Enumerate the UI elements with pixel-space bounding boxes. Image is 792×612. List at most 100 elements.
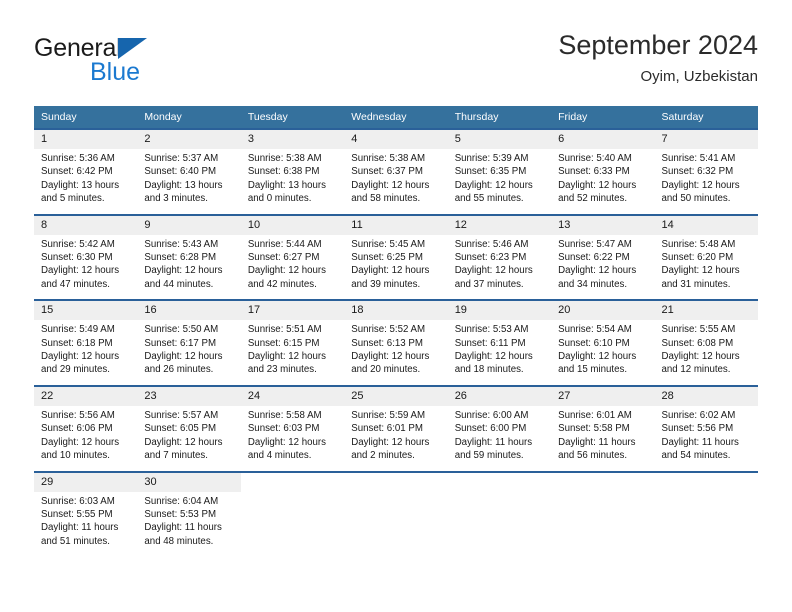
day-details	[344, 492, 447, 548]
day-cell-empty	[240, 470, 345, 557]
day-cell[interactable]: 30 Sunrise: 6:04 AM Sunset: 5:53 PM Dayl…	[137, 470, 241, 557]
general-blue-logo[interactable]: General Blue	[34, 34, 244, 92]
day-number: 10	[240, 215, 345, 235]
daylight-text-line2: and 47 minutes.	[41, 278, 110, 290]
sunset-text: Sunset: 6:40 PM	[144, 166, 217, 178]
day-cell[interactable]: 23 Sunrise: 5:57 AM Sunset: 6:05 PM Dayl…	[137, 384, 241, 472]
daylight-text-line1: Daylight: 12 hours	[454, 265, 533, 277]
day-number: 27	[551, 386, 655, 406]
day-cell[interactable]: 21 Sunrise: 5:55 AM Sunset: 6:08 PM Dayl…	[654, 299, 758, 386]
day-cell[interactable]: 27 Sunrise: 6:01 AM Sunset: 5:58 PM Dayl…	[551, 384, 655, 472]
day-cell[interactable]: 4 Sunrise: 5:38 AM Sunset: 6:37 PM Dayli…	[344, 128, 448, 215]
sunrise-text: Sunrise: 5:36 AM	[41, 153, 115, 164]
day-details: Sunrise: 5:50 AM Sunset: 6:17 PM Dayligh…	[137, 320, 240, 385]
day-cell[interactable]: 10 Sunrise: 5:44 AM Sunset: 6:27 PM Dayl…	[240, 213, 345, 301]
day-cell[interactable]: 1 Sunrise: 5:36 AM Sunset: 6:42 PM Dayli…	[34, 128, 138, 215]
sunrise-text: Sunrise: 5:56 AM	[41, 409, 115, 421]
daylight-text-line1: Daylight: 12 hours	[351, 179, 430, 191]
calendar-week-row: 22 Sunrise: 5:56 AM Sunset: 6:06 PM Dayl…	[34, 384, 758, 472]
day-details: Sunrise: 5:43 AM Sunset: 6:28 PM Dayligh…	[137, 235, 240, 300]
sunrise-text: Sunrise: 5:42 AM	[41, 238, 115, 250]
day-details: Sunrise: 6:02 AM Sunset: 5:56 PM Dayligh…	[655, 406, 758, 471]
day-number: 4	[344, 130, 448, 149]
sunrise-text: Sunrise: 5:40 AM	[558, 153, 632, 164]
day-cell[interactable]: 12 Sunrise: 5:46 AM Sunset: 6:23 PM Dayl…	[447, 213, 552, 301]
day-details: Sunrise: 6:03 AM Sunset: 5:55 PM Dayligh…	[34, 492, 137, 557]
daylight-text-line2: and 39 minutes.	[351, 278, 421, 290]
day-cell[interactable]: 11 Sunrise: 5:45 AM Sunset: 6:25 PM Dayl…	[344, 213, 448, 301]
sunset-text: Sunset: 6:13 PM	[351, 337, 423, 349]
sunset-text: Sunset: 6:01 PM	[351, 423, 423, 435]
day-cell[interactable]: 20 Sunrise: 5:54 AM Sunset: 6:10 PM Dayl…	[551, 299, 655, 386]
day-cell[interactable]: 22 Sunrise: 5:56 AM Sunset: 6:06 PM Dayl…	[34, 384, 138, 472]
daylight-text-line1: Daylight: 11 hours	[454, 436, 533, 448]
sunset-text: Sunset: 6:22 PM	[558, 252, 630, 264]
calendar-page: General Blue September 2024 Oyim, Uzbeki…	[0, 0, 792, 612]
day-cell[interactable]: 16 Sunrise: 5:50 AM Sunset: 6:17 PM Dayl…	[137, 299, 241, 386]
day-cell[interactable]: 14 Sunrise: 5:48 AM Sunset: 6:20 PM Dayl…	[654, 213, 758, 301]
day-cell[interactable]: 9 Sunrise: 5:43 AM Sunset: 6:28 PM Dayli…	[137, 213, 241, 301]
day-cell[interactable]: 19 Sunrise: 5:53 AM Sunset: 6:11 PM Dayl…	[447, 299, 552, 386]
day-number: 13	[551, 215, 655, 235]
daylight-text-line1: Daylight: 12 hours	[661, 351, 740, 363]
daylight-text-line2: and 50 minutes.	[661, 193, 731, 205]
day-cell[interactable]: 7 Sunrise: 5:41 AM Sunset: 6:32 PM Dayli…	[654, 128, 758, 215]
day-cell-empty	[551, 470, 655, 557]
day-number	[241, 473, 344, 492]
day-cell[interactable]: 8 Sunrise: 5:42 AM Sunset: 6:30 PM Dayli…	[34, 213, 138, 301]
daylight-text-line1: Daylight: 11 hours	[661, 436, 739, 448]
day-cell[interactable]: 25 Sunrise: 5:59 AM Sunset: 6:01 PM Dayl…	[344, 384, 448, 472]
daylight-text-line1: Daylight: 12 hours	[661, 179, 740, 191]
day-cell[interactable]: 17 Sunrise: 5:51 AM Sunset: 6:15 PM Dayl…	[240, 299, 345, 386]
sunset-text: Sunset: 6:23 PM	[454, 252, 527, 264]
day-number: 20	[551, 301, 655, 321]
daylight-text-line1: Daylight: 13 hours	[144, 179, 223, 191]
day-cell[interactable]: 5 Sunrise: 5:39 AM Sunset: 6:35 PM Dayli…	[447, 128, 552, 215]
sunrise-text: Sunrise: 5:46 AM	[454, 238, 529, 250]
day-cell[interactable]: 28 Sunrise: 6:02 AM Sunset: 5:56 PM Dayl…	[654, 384, 758, 472]
day-number: 18	[344, 301, 448, 321]
day-cell[interactable]: 29 Sunrise: 6:03 AM Sunset: 5:55 PM Dayl…	[34, 470, 138, 557]
daylight-text-line2: and 20 minutes.	[351, 364, 421, 376]
daylight-text-line2: and 44 minutes.	[144, 278, 214, 290]
day-cell[interactable]: 3 Sunrise: 5:38 AM Sunset: 6:38 PM Dayli…	[240, 128, 345, 215]
weekday-header-saturday: Saturday	[654, 106, 758, 129]
day-cell[interactable]: 13 Sunrise: 5:47 AM Sunset: 6:22 PM Dayl…	[551, 213, 655, 301]
day-cell[interactable]: 26 Sunrise: 6:00 AM Sunset: 6:00 PM Dayl…	[447, 384, 552, 472]
weekday-header-monday: Monday	[137, 106, 241, 129]
sunset-text: Sunset: 6:32 PM	[661, 166, 734, 178]
logo-text-blue: Blue	[90, 58, 141, 86]
daylight-text-line2: and 31 minutes.	[661, 278, 731, 290]
daylight-text-line1: Daylight: 12 hours	[41, 436, 120, 448]
sunrise-text: Sunrise: 5:54 AM	[558, 324, 632, 336]
calendar-week-row: 15 Sunrise: 5:49 AM Sunset: 6:18 PM Dayl…	[34, 299, 758, 386]
sunrise-text: Sunrise: 5:59 AM	[351, 409, 426, 421]
sunrise-text: Sunrise: 5:55 AM	[661, 324, 736, 336]
day-cell[interactable]: 15 Sunrise: 5:49 AM Sunset: 6:18 PM Dayl…	[34, 299, 138, 386]
day-cell[interactable]: 6 Sunrise: 5:40 AM Sunset: 6:33 PM Dayli…	[551, 128, 655, 215]
daylight-text-line2: and 56 minutes.	[558, 450, 628, 462]
daylight-text-line2: and 37 minutes.	[454, 278, 524, 290]
day-number: 1	[34, 130, 138, 149]
sunrise-text: Sunrise: 5:52 AM	[351, 324, 426, 336]
page-header: General Blue September 2024 Oyim, Uzbeki…	[34, 28, 758, 94]
sunrise-text: Sunrise: 5:38 AM	[247, 153, 322, 164]
day-cell-empty	[447, 470, 552, 557]
day-number: 3	[240, 130, 345, 149]
sunrise-text: Sunrise: 5:44 AM	[247, 238, 322, 250]
sunset-text: Sunset: 5:53 PM	[144, 508, 217, 520]
day-cell[interactable]: 24 Sunrise: 5:58 AM Sunset: 6:03 PM Dayl…	[240, 384, 345, 472]
day-details: Sunrise: 5:55 AM Sunset: 6:08 PM Dayligh…	[655, 320, 758, 385]
sunset-text: Sunset: 6:28 PM	[144, 252, 217, 264]
sunset-text: Sunset: 6:11 PM	[454, 337, 526, 349]
sunrise-text: Sunrise: 5:58 AM	[247, 409, 322, 421]
day-number: 12	[447, 215, 552, 235]
logo-triangle-icon	[118, 38, 147, 59]
day-cell[interactable]: 2 Sunrise: 5:37 AM Sunset: 6:40 PM Dayli…	[137, 128, 241, 215]
sunset-text: Sunset: 6:03 PM	[247, 423, 320, 435]
sunrise-text: Sunrise: 5:50 AM	[144, 324, 219, 336]
day-cell[interactable]: 18 Sunrise: 5:52 AM Sunset: 6:13 PM Dayl…	[344, 299, 448, 386]
daylight-text-line1: Daylight: 12 hours	[351, 265, 430, 277]
day-number: 24	[240, 386, 345, 406]
daylight-text-line1: Daylight: 13 hours	[247, 179, 326, 191]
